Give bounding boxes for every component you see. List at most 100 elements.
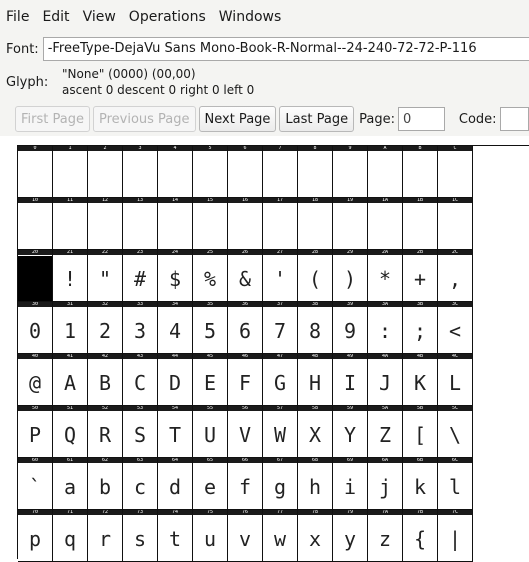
glyph-cell[interactable]: 12 (88, 198, 123, 250)
glyph-cell[interactable]: 26 & (228, 250, 263, 302)
glyph-cell[interactable]: 29) (333, 250, 368, 302)
glyph-cell[interactable]: 6A j (368, 458, 403, 510)
glyph-cell[interactable]: 11 (53, 198, 88, 250)
glyph-cell[interactable]: 3A: (368, 302, 403, 354)
glyph-cell[interactable]: 48 H (298, 354, 333, 406)
glyph-cell[interactable]: 4B K (403, 354, 438, 406)
glyph-cell[interactable]: 64 d (158, 458, 193, 510)
last-page-button[interactable]: Last Page (279, 106, 355, 132)
glyph-cell[interactable]: 1B (403, 198, 438, 250)
glyph-cell[interactable]: 66 f (228, 458, 263, 510)
glyph-cell[interactable]: 0 (18, 146, 53, 198)
glyph-cell[interactable]: 50 P (18, 406, 53, 458)
glyph-cell[interactable]: 38 8 (298, 302, 333, 354)
font-name-field[interactable]: -FreeType-DejaVu Sans Mono-Book-R-Normal… (42, 37, 529, 61)
code-input[interactable] (499, 107, 529, 131)
glyph-cell[interactable]: 15 (193, 198, 228, 250)
glyph-cell[interactable]: 4A J (368, 354, 403, 406)
glyph-cell[interactable]: 7B { (403, 510, 438, 562)
glyph-cell[interactable]: 1C (438, 198, 473, 250)
glyph-cell[interactable]: 7C | (438, 510, 473, 562)
glyph-cell[interactable]: 54 T (158, 406, 193, 458)
glyph-cell[interactable]: 5 (193, 146, 228, 198)
glyph-cell[interactable]: 70 p (18, 510, 53, 562)
glyph-cell[interactable]: 6B k (403, 458, 438, 510)
menu-view[interactable]: View (83, 9, 116, 25)
glyph-cell[interactable]: 2A * (368, 250, 403, 302)
glyph-cell[interactable]: 30 0 (18, 302, 53, 354)
first-page-button[interactable]: First Page (15, 106, 90, 132)
glyph-cell[interactable]: 34 4 (158, 302, 193, 354)
glyph-cell[interactable]: 74 t (158, 510, 193, 562)
glyph-cell[interactable]: 3B; (403, 302, 438, 354)
glyph-cell[interactable]: 1 (53, 146, 88, 198)
menu-windows[interactable]: Windows (219, 9, 282, 25)
glyph-cell[interactable]: 3 (123, 146, 158, 198)
glyph-cell[interactable]: 14 (158, 198, 193, 250)
page-input[interactable]: 0 (397, 107, 445, 131)
glyph-cell[interactable]: 9 (333, 146, 368, 198)
glyph-cell[interactable]: 65 e (193, 458, 228, 510)
glyph-cell[interactable]: 42 B (88, 354, 123, 406)
glyph-cell[interactable]: 52 R (88, 406, 123, 458)
glyph-cell[interactable]: 56 V (228, 406, 263, 458)
glyph-cell[interactable]: 6 (228, 146, 263, 198)
glyph-cell[interactable]: 58 X (298, 406, 333, 458)
glyph-cell[interactable]: 62 b (88, 458, 123, 510)
glyph-cell[interactable]: 4 (158, 146, 193, 198)
glyph-cell[interactable]: 2 (88, 146, 123, 198)
glyph-cell[interactable]: 69 i (333, 458, 368, 510)
glyph-cell[interactable]: 27 ' (263, 250, 298, 302)
glyph-cell[interactable]: 45 E (193, 354, 228, 406)
glyph-cell[interactable]: 28 ( (298, 250, 333, 302)
previous-page-button[interactable]: Previous Page (92, 106, 196, 132)
glyph-cell[interactable]: 1A (368, 198, 403, 250)
glyph-cell[interactable]: 31 1 (53, 302, 88, 354)
glyph-cell[interactable]: 46 F (228, 354, 263, 406)
glyph-cell[interactable]: 63 c (123, 458, 158, 510)
glyph-cell[interactable]: 3C < (438, 302, 473, 354)
menu-operations[interactable]: Operations (129, 9, 206, 25)
glyph-cell[interactable]: 7A z (368, 510, 403, 562)
glyph-cell[interactable]: 40 @ (18, 354, 53, 406)
glyph-cell[interactable]: 44 D (158, 354, 193, 406)
menu-file[interactable]: File (6, 9, 29, 25)
glyph-cell[interactable]: 5B [ (403, 406, 438, 458)
glyph-cell[interactable]: 57 W (263, 406, 298, 458)
glyph-cell[interactable]: 33 3 (123, 302, 158, 354)
glyph-cell[interactable]: 76 v (228, 510, 263, 562)
glyph-cell[interactable]: 35 5 (193, 302, 228, 354)
glyph-cell[interactable]: 39 9 (333, 302, 368, 354)
glyph-cell[interactable]: 23 # (123, 250, 158, 302)
glyph-cell[interactable]: 71 q (53, 510, 88, 562)
glyph-cell[interactable]: C (438, 146, 473, 198)
glyph-cell[interactable]: 13 (123, 198, 158, 250)
menu-edit[interactable]: Edit (42, 9, 69, 25)
glyph-cell[interactable]: 55 U (193, 406, 228, 458)
glyph-cell[interactable]: 24 $ (158, 250, 193, 302)
glyph-cell[interactable]: 19 (333, 198, 368, 250)
glyph-cell[interactable]: 32 2 (88, 302, 123, 354)
glyph-cell[interactable]: 61 a (53, 458, 88, 510)
glyph-cell[interactable]: 47 G (263, 354, 298, 406)
glyph-cell[interactable]: 2B + (403, 250, 438, 302)
glyph-cell[interactable]: 41 A (53, 354, 88, 406)
glyph-cell[interactable]: 36 6 (228, 302, 263, 354)
glyph-cell[interactable]: 7 (263, 146, 298, 198)
glyph-cell[interactable]: 16 (228, 198, 263, 250)
glyph-cell[interactable]: 37 7 (263, 302, 298, 354)
glyph-cell[interactable]: 67 g (263, 458, 298, 510)
glyph-cell[interactable]: 59 Y (333, 406, 368, 458)
glyph-cell[interactable]: 77 w (263, 510, 298, 562)
glyph-cell[interactable]: 22 " (88, 250, 123, 302)
glyph-cell[interactable]: 2C, (438, 250, 473, 302)
glyph-cell[interactable]: 10 (18, 198, 53, 250)
glyph-cell[interactable]: 5A Z (368, 406, 403, 458)
glyph-cell[interactable]: 60 ` (18, 458, 53, 510)
glyph-cell[interactable]: 73 s (123, 510, 158, 562)
glyph-cell[interactable]: 5C \ (438, 406, 473, 458)
glyph-cell[interactable]: 4C L (438, 354, 473, 406)
glyph-cell[interactable]: 72 r (88, 510, 123, 562)
glyph-cell[interactable]: 17 (263, 198, 298, 250)
glyph-cell[interactable]: 79 y (333, 510, 368, 562)
